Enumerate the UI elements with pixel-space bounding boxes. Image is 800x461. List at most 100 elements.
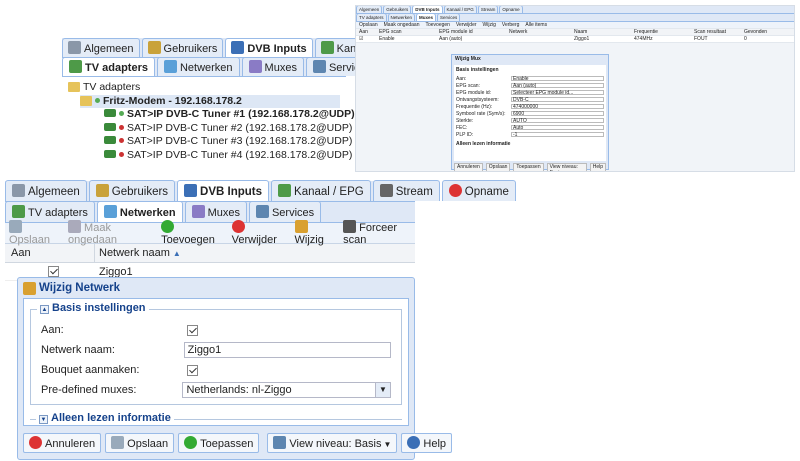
thumb-toolbar-item[interactable]: Opslaan bbox=[356, 22, 381, 28]
apply-icon bbox=[184, 436, 198, 449]
subtab-tv-adapters[interactable]: TV adapters bbox=[5, 201, 95, 222]
thumb-save-button[interactable]: Opslaan bbox=[485, 163, 511, 171]
thumb-readonly-title[interactable]: Alleen lezen informatie bbox=[456, 141, 604, 147]
thumb-toolbar-item[interactable]: Verberg bbox=[499, 22, 523, 28]
thumb-apply-button[interactable]: Toepassen bbox=[513, 163, 544, 171]
thumb-subtab[interactable]: Services bbox=[437, 13, 461, 21]
tab-kanaal-epg[interactable]: Kanaal / EPG bbox=[271, 180, 371, 201]
subtab-netwerken[interactable]: Netwerken bbox=[96, 201, 183, 222]
chevron-down-icon[interactable]: ▼ bbox=[375, 383, 390, 397]
col-enabled[interactable]: Aan bbox=[5, 244, 95, 262]
users-icon bbox=[147, 41, 161, 54]
thumb-toolbar-item[interactable]: Toevoegen bbox=[423, 22, 453, 28]
tuner-icon bbox=[104, 122, 116, 131]
tree-tuner[interactable]: SAT>IP DVB-C Tuner #1 (192.168.178.2@UDP… bbox=[104, 108, 355, 122]
add-button[interactable]: Toevoegen bbox=[161, 220, 224, 246]
tab-algemeen[interactable]: Algemeen bbox=[5, 180, 87, 201]
thumb-subtab[interactable]: Netwerken bbox=[387, 13, 416, 21]
cancel-button[interactable]: Annuleren bbox=[23, 433, 102, 453]
thumb-field-value[interactable]: 6900 bbox=[511, 111, 604, 117]
thumb-grid-row[interactable]: ☑ Enable Aan (auto) Ziggo1 474MHz FOUT 0 bbox=[356, 36, 794, 43]
thumb-toolbar-item[interactable]: Maak ongedaan bbox=[381, 22, 423, 28]
thumb-col[interactable]: EPG module id bbox=[436, 29, 506, 35]
thumb-cancel-button[interactable]: Annuleren bbox=[454, 163, 483, 171]
tab-opname[interactable]: Opname bbox=[441, 180, 516, 201]
readonly-toggle[interactable]: ▼ Alleen lezen informatie bbox=[36, 412, 174, 424]
col-network-name[interactable]: Netwerk naam ▲ bbox=[95, 247, 415, 259]
thumb-toolbar-item[interactable]: Alle items bbox=[522, 22, 550, 28]
thumb-col[interactable]: Frequentie bbox=[631, 29, 691, 35]
thumb-field-value[interactable]: AUTO bbox=[511, 118, 604, 124]
tree-root[interactable]: TV adapters bbox=[68, 81, 340, 95]
thumb-help-button[interactable]: Help bbox=[589, 163, 606, 171]
thumb-dialog-title: Wijzig Mux bbox=[455, 56, 481, 62]
tree-tuner[interactable]: SAT>IP DVB-C Tuner #3 (192.168.178.2@UDP… bbox=[104, 135, 352, 149]
network-icon bbox=[163, 60, 177, 73]
thumb-subtab[interactable]: Muxes bbox=[416, 13, 437, 21]
thumb-cell: Enable bbox=[379, 36, 395, 42]
force-scan-button[interactable]: Forceer scan bbox=[343, 220, 415, 246]
view-level-button[interactable]: View niveau: Basis ▼ bbox=[267, 433, 398, 453]
tree-tuner[interactable]: SAT>IP DVB-C Tuner #4 (192.168.178.2@UDP… bbox=[104, 149, 352, 163]
edit-button[interactable]: Wijzig bbox=[294, 220, 336, 246]
thumb-field-value[interactable]: Auto bbox=[511, 125, 604, 131]
subtab-netwerken[interactable]: Netwerken bbox=[156, 57, 240, 76]
thumb-tab[interactable]: Gebruikers bbox=[383, 6, 412, 13]
thumb-col[interactable]: EPG scan bbox=[376, 29, 436, 35]
thumb-toolbar-item[interactable]: Verwijder bbox=[453, 22, 480, 28]
tab-gebruikers[interactable]: Gebruikers bbox=[88, 180, 176, 201]
thumb-col[interactable]: Gevonden bbox=[741, 29, 770, 35]
thumb-subtab[interactable]: TV adapters bbox=[356, 13, 387, 21]
bouquet-checkbox[interactable] bbox=[187, 364, 198, 376]
thumb-toolbar: Opslaan Maak ongedaan Toevoegen Verwijde… bbox=[356, 22, 794, 29]
thumb-toolbar-item[interactable]: Wijzig bbox=[480, 22, 499, 28]
tv-adapter-icon bbox=[12, 205, 25, 218]
subtab-muxes[interactable]: Muxes bbox=[184, 201, 247, 222]
thumb-tab[interactable]: Stream bbox=[477, 6, 499, 13]
thumb-view-level-button[interactable]: View niveau: Basis bbox=[546, 163, 587, 171]
help-button[interactable]: Help bbox=[401, 433, 453, 453]
save-button[interactable]: Opslaan bbox=[9, 220, 60, 246]
enabled-checkbox[interactable] bbox=[47, 266, 59, 277]
dialog-header[interactable]: Wijzig Netwerk bbox=[18, 278, 414, 298]
subtab-tv-adapters[interactable]: TV adapters bbox=[62, 57, 155, 76]
apply-button[interactable]: Toepassen bbox=[178, 433, 260, 453]
tree-tuner[interactable]: SAT>IP DVB-C Tuner #2 (192.168.178.2@UDP… bbox=[104, 122, 352, 136]
tab-dvb-inputs[interactable]: DVB Inputs bbox=[225, 38, 313, 57]
thumb-field-value[interactable]: 474000000 bbox=[511, 104, 604, 110]
thumb-tab[interactable]: Kanaal / EPG bbox=[443, 6, 477, 13]
thumb-col[interactable]: Aan bbox=[356, 29, 376, 35]
status-dot-icon bbox=[119, 124, 124, 130]
undo-button[interactable]: Maak ongedaan bbox=[68, 220, 153, 246]
thumb-field: Ontvangstsysteem: DVB-C bbox=[456, 96, 604, 103]
services-icon bbox=[312, 60, 326, 73]
tab-stream[interactable]: Stream bbox=[372, 180, 440, 201]
dvb-icon bbox=[184, 184, 198, 197]
thumb-field-value[interactable]: Enable bbox=[511, 76, 604, 82]
subtab-muxes[interactable]: Muxes bbox=[241, 57, 304, 76]
enabled-checkbox[interactable] bbox=[187, 324, 198, 336]
network-name-input[interactable]: Ziggo1 bbox=[183, 342, 391, 358]
thumb-tab[interactable]: Algemeen bbox=[356, 6, 383, 13]
tree-device[interactable]: Fritz-Modem - 192.168.178.2 bbox=[80, 94, 340, 108]
predefined-muxes-select[interactable]: Netherlands: nl-Ziggo ▼ bbox=[182, 382, 391, 398]
thumb-field-value[interactable]: Selecteer EPG module id... bbox=[511, 90, 604, 96]
delete-button[interactable]: Verwijder bbox=[231, 220, 287, 246]
subtab-services[interactable]: Services bbox=[248, 201, 322, 222]
basic-settings-toggle[interactable]: ▲ Basis instellingen bbox=[37, 302, 149, 314]
tab-gebruikers[interactable]: Gebruikers bbox=[141, 38, 224, 57]
thumb-col[interactable]: Naam bbox=[571, 29, 631, 35]
thumb-field-value[interactable]: Aan (auto) bbox=[511, 83, 604, 89]
tab-algemeen[interactable]: Algemeen bbox=[62, 38, 140, 57]
thumb-tab[interactable]: Opname bbox=[499, 6, 523, 13]
thumb-col[interactable]: Scan resultaat bbox=[691, 29, 741, 35]
cancel-icon bbox=[29, 436, 42, 449]
thumb-field-value[interactable]: DVB-C bbox=[511, 97, 604, 103]
thumb-col[interactable]: Netwerk bbox=[506, 29, 571, 35]
thumb-field: Symbool rate (Sym/s): 6900 bbox=[456, 110, 604, 117]
tab-dvb-inputs[interactable]: DVB Inputs bbox=[177, 180, 270, 201]
thumb-field-value[interactable]: -1 bbox=[511, 132, 604, 138]
thumb-tab[interactable]: DVB Inputs bbox=[412, 6, 443, 13]
grid-toolbar: Opslaan Maak ongedaan Toevoegen Verwijde… bbox=[5, 220, 415, 246]
save-button[interactable]: Opslaan bbox=[105, 433, 175, 453]
